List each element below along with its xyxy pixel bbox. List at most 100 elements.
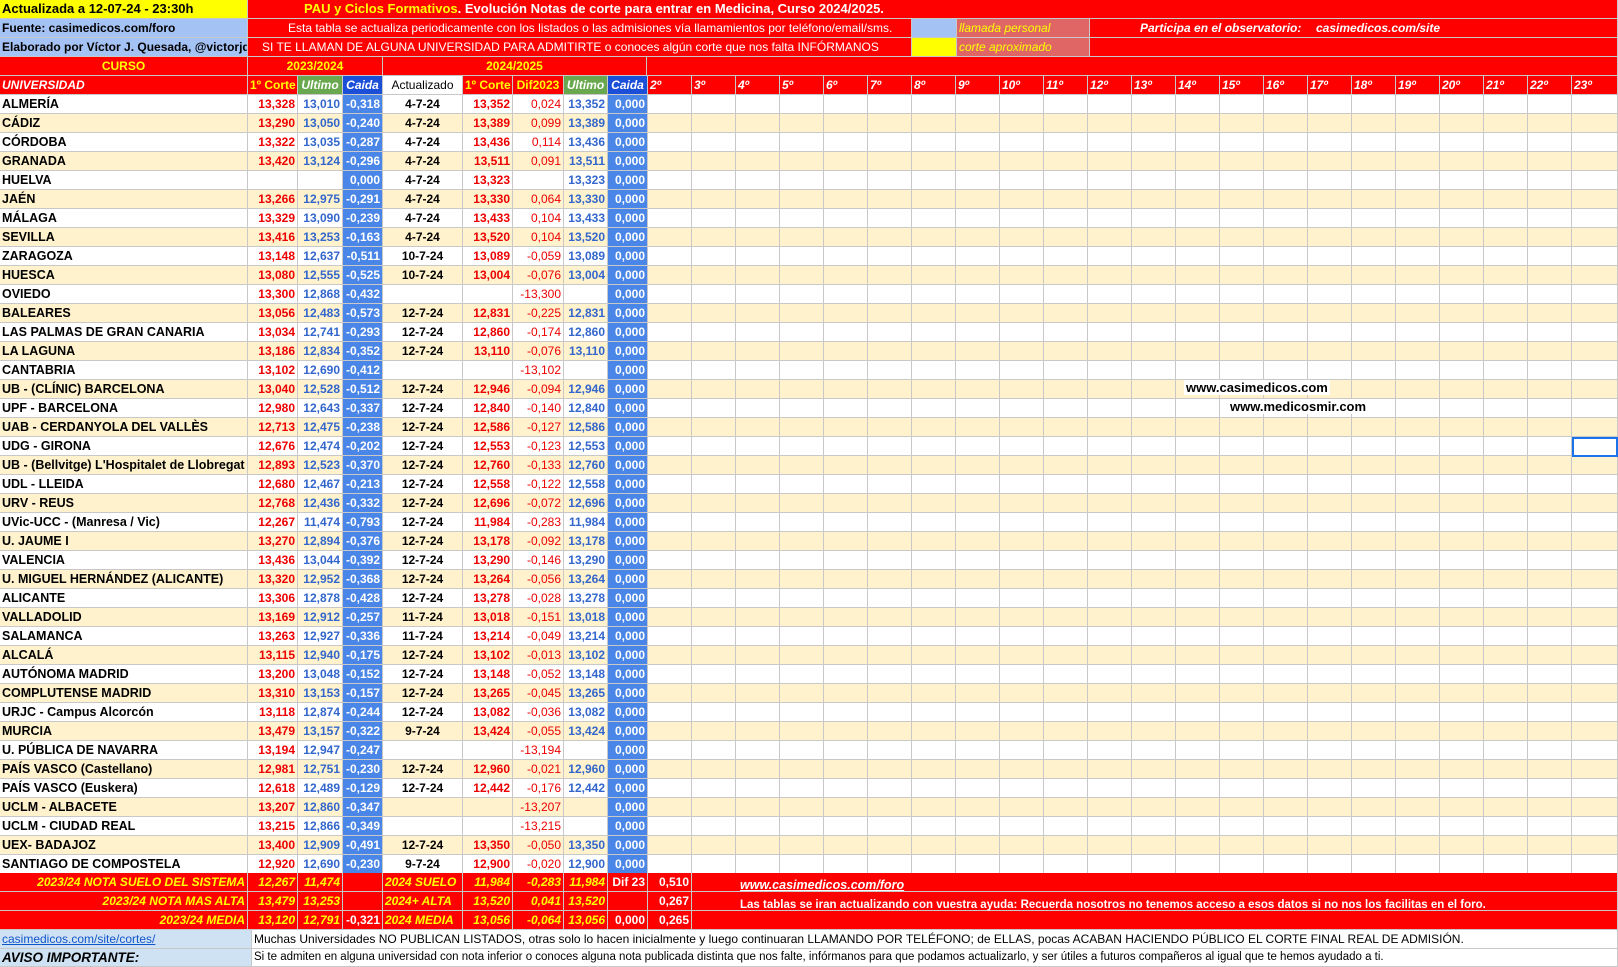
- drop-2023[interactable]: -0,352: [343, 342, 383, 361]
- round-cell[interactable]: [824, 133, 868, 152]
- round-cell[interactable]: [1044, 760, 1088, 779]
- cut-2023-last[interactable]: 12,467: [298, 475, 343, 494]
- round-cell[interactable]: [780, 399, 824, 418]
- drop-2024[interactable]: 0,000: [608, 722, 648, 741]
- diff-2023[interactable]: -0,072: [513, 494, 564, 513]
- cut-2023-first[interactable]: 13,329: [248, 209, 298, 228]
- round-cell[interactable]: [1088, 285, 1132, 304]
- round-cell[interactable]: [1308, 722, 1352, 741]
- round-cell[interactable]: [956, 456, 1000, 475]
- round-cell[interactable]: [780, 817, 824, 836]
- round-cell[interactable]: [1308, 114, 1352, 133]
- round-cell[interactable]: [1264, 342, 1308, 361]
- col-round[interactable]: 21º: [1484, 76, 1528, 95]
- drop-2023[interactable]: -0,296: [343, 152, 383, 171]
- round-cell[interactable]: [1220, 513, 1264, 532]
- round-cell[interactable]: [868, 171, 912, 190]
- round-cell[interactable]: [1176, 171, 1220, 190]
- round-cell[interactable]: [1088, 741, 1132, 760]
- round-cell[interactable]: [1044, 817, 1088, 836]
- round-cell[interactable]: [1088, 456, 1132, 475]
- summary-2023-drop[interactable]: [343, 873, 383, 892]
- round-cell[interactable]: [1484, 722, 1528, 741]
- round-cell[interactable]: [1308, 152, 1352, 171]
- round-cell[interactable]: [1220, 494, 1264, 513]
- round-cell[interactable]: [692, 247, 736, 266]
- cut-2024-first[interactable]: 13,102: [463, 646, 513, 665]
- cut-2024-last[interactable]: 13,323: [564, 171, 608, 190]
- round-cell[interactable]: [1484, 209, 1528, 228]
- round-cell[interactable]: [912, 817, 956, 836]
- round-cell[interactable]: [1132, 779, 1176, 798]
- round-cell[interactable]: [780, 741, 824, 760]
- round-cell[interactable]: [1044, 285, 1088, 304]
- round-cell[interactable]: [1396, 418, 1440, 437]
- cut-2023-first[interactable]: 13,034: [248, 323, 298, 342]
- round-cell[interactable]: [648, 171, 692, 190]
- university-name[interactable]: UEX- BADAJOZ: [0, 836, 248, 855]
- drop-2023[interactable]: -0,230: [343, 760, 383, 779]
- round-cell[interactable]: [1440, 361, 1484, 380]
- round-cell[interactable]: [1528, 418, 1572, 437]
- round-cell[interactable]: [1176, 361, 1220, 380]
- round-cell[interactable]: [1528, 228, 1572, 247]
- round-cell[interactable]: [1484, 532, 1528, 551]
- col-round[interactable]: 11º: [1044, 76, 1088, 95]
- diff-2023[interactable]: -0,151: [513, 608, 564, 627]
- round-cell[interactable]: [1264, 513, 1308, 532]
- cut-2023-first[interactable]: 13,040: [248, 380, 298, 399]
- summary-extra-2[interactable]: 0,510: [648, 873, 692, 892]
- round-cell[interactable]: [912, 760, 956, 779]
- university-name[interactable]: JAÉN: [0, 190, 248, 209]
- round-cell[interactable]: [1264, 190, 1308, 209]
- round-cell[interactable]: [824, 646, 868, 665]
- round-cell[interactable]: [1484, 190, 1528, 209]
- round-cell[interactable]: [1000, 513, 1044, 532]
- round-cell[interactable]: [868, 779, 912, 798]
- round-cell[interactable]: [736, 551, 780, 570]
- round-cell[interactable]: [1176, 228, 1220, 247]
- cut-2023-first[interactable]: 12,893: [248, 456, 298, 475]
- round-cell[interactable]: [1396, 589, 1440, 608]
- round-cell[interactable]: [1528, 513, 1572, 532]
- round-cell[interactable]: [1220, 209, 1264, 228]
- round-cell[interactable]: [1220, 190, 1264, 209]
- round-cell[interactable]: [1528, 95, 1572, 114]
- round-cell[interactable]: [1000, 817, 1044, 836]
- round-cell[interactable]: [1132, 836, 1176, 855]
- cut-2023-first[interactable]: 13,328: [248, 95, 298, 114]
- year-2024-cell[interactable]: 2024/2025: [383, 57, 647, 76]
- round-cell[interactable]: [648, 228, 692, 247]
- cut-2023-first[interactable]: 13,266: [248, 190, 298, 209]
- round-cell[interactable]: [1528, 627, 1572, 646]
- round-cell[interactable]: [692, 361, 736, 380]
- cut-2024-first[interactable]: 13,433: [463, 209, 513, 228]
- round-cell[interactable]: [1352, 304, 1396, 323]
- drop-2024[interactable]: 0,000: [608, 133, 648, 152]
- round-cell[interactable]: [648, 703, 692, 722]
- round-cell[interactable]: [868, 532, 912, 551]
- round-cell[interactable]: [1088, 399, 1132, 418]
- updated-date[interactable]: 12-7-24: [383, 399, 463, 418]
- cut-2023-last[interactable]: 12,523: [298, 456, 343, 475]
- round-cell[interactable]: [1484, 817, 1528, 836]
- round-cell[interactable]: [1132, 418, 1176, 437]
- round-cell[interactable]: [912, 133, 956, 152]
- drop-2024[interactable]: 0,000: [608, 361, 648, 380]
- round-cell[interactable]: [648, 513, 692, 532]
- diff-2023[interactable]: -0,094: [513, 380, 564, 399]
- cut-2023-last[interactable]: 12,483: [298, 304, 343, 323]
- drop-2024[interactable]: 0,000: [608, 437, 648, 456]
- round-cell[interactable]: [1308, 285, 1352, 304]
- round-cell[interactable]: [648, 133, 692, 152]
- round-cell[interactable]: [1396, 703, 1440, 722]
- cut-2024-last[interactable]: 12,840: [564, 399, 608, 418]
- round-cell[interactable]: [1132, 798, 1176, 817]
- round-cell[interactable]: [648, 551, 692, 570]
- round-cell[interactable]: [1572, 342, 1618, 361]
- round-cell[interactable]: [956, 532, 1000, 551]
- summary-extra-1[interactable]: [608, 892, 648, 911]
- round-cell[interactable]: [1088, 836, 1132, 855]
- round-cell[interactable]: [1220, 304, 1264, 323]
- cut-2023-last[interactable]: 12,927: [298, 627, 343, 646]
